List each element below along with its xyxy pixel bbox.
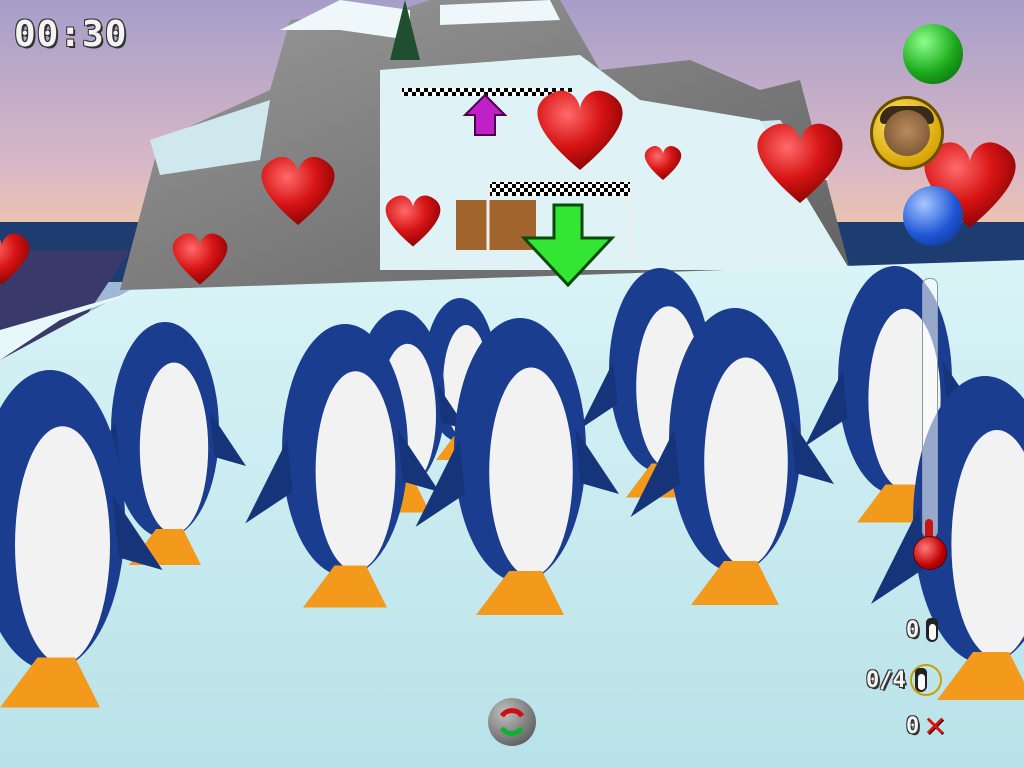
thermometer-bulb [913, 536, 947, 570]
thermometer-tube [922, 278, 938, 538]
red-x-icon: ✕ [923, 710, 947, 743]
lost-counter: 0 ✕ [906, 710, 947, 743]
saved-count: 0 [906, 617, 920, 643]
collected-count: 0/4 [866, 667, 906, 693]
lost-count: 0 [906, 714, 920, 739]
saved-counter: 0 [906, 616, 941, 644]
thermometer [913, 278, 947, 590]
portrait-face [884, 110, 930, 156]
penguin-icon [923, 616, 941, 644]
green-ball-icon [903, 24, 963, 84]
character-portrait-icon [870, 96, 944, 170]
rotate-view-glyph [499, 708, 525, 736]
collected-counter: 0/4 [866, 664, 942, 696]
rotate-view-icon[interactable] [488, 698, 536, 746]
blue-ball-icon [903, 186, 963, 246]
game-scene [0, 0, 1024, 768]
timer: 00:30 [14, 14, 128, 55]
target-ring-icon [909, 664, 942, 696]
